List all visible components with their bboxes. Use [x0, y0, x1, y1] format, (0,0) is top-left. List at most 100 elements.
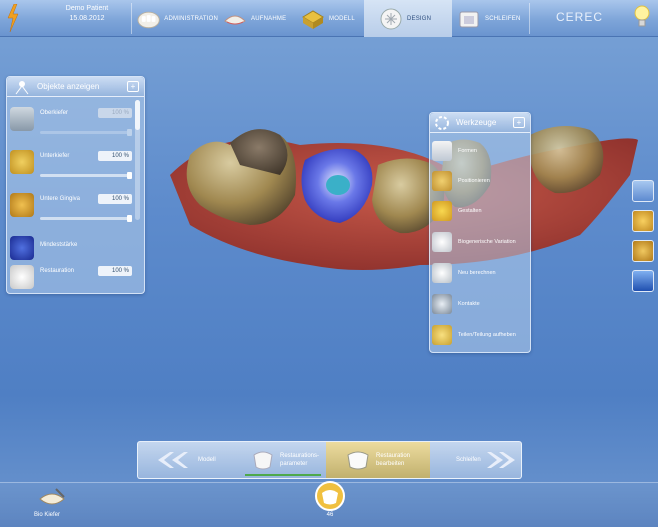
top-bar: Demo Patient 15.08.2012 ADMINISTRATION A… [0, 0, 658, 37]
step-administration-label: ADMINISTRATION [164, 15, 218, 22]
tool-biogenerische-variation[interactable]: Biogenerische Variation [432, 229, 526, 255]
tool-kontakte[interactable]: Kontakte [432, 291, 526, 317]
tool-label: Teilen/Teilung aufheben [458, 332, 516, 338]
opacity-slider[interactable] [40, 215, 132, 222]
step1-line2: parameter [280, 461, 308, 467]
step-restauration-bearbeiten[interactable]: Restauration bearbeiten [326, 442, 430, 478]
back-to-modell-button[interactable]: Modell [140, 442, 240, 478]
step-modell[interactable]: MODELL [300, 0, 360, 37]
slider-knob[interactable] [127, 129, 132, 136]
progress-indicator [245, 474, 321, 476]
gingiva-icon [10, 193, 34, 217]
tool-label: Formen [458, 148, 477, 154]
step2-line2: bearbeiten [376, 461, 405, 467]
lightbulb-icon[interactable] [634, 4, 650, 32]
step-design-label: DESIGN [407, 15, 432, 22]
tool-label: Positionieren [458, 178, 490, 184]
next-to-schleifen-button[interactable]: Schleifen [432, 442, 520, 478]
milling-icon [459, 11, 479, 27]
object-label: Restauration [40, 268, 75, 274]
tool-label: Neu berechnen [458, 270, 496, 276]
patient-date: 15.08.2012 [69, 15, 105, 22]
upper-jaw-icon [10, 107, 34, 131]
step-aufnahme-label: AUFNAHME [251, 15, 287, 22]
parameters-tooth-icon [253, 451, 273, 470]
object-opacity-field[interactable]: 100 % [98, 108, 132, 118]
patient-info[interactable]: Demo Patient 15.08.2012 [52, 4, 122, 24]
restoration-icon [10, 265, 34, 289]
step2-line1: Restauration [376, 453, 411, 459]
object-opacity-field[interactable]: 100 % [98, 266, 132, 276]
objects-scrollbar[interactable] [135, 100, 140, 220]
step-administration[interactable]: ADMINISTRATION [136, 0, 218, 37]
dental-3d-model[interactable] [160, 115, 640, 315]
forward-chevron-icon [486, 452, 515, 468]
cerec-logo-icon[interactable] [6, 4, 20, 32]
pin-panel-button[interactable]: + [513, 117, 525, 128]
bio-jaw-icon[interactable] [38, 487, 66, 511]
object-opacity-field[interactable]: 100 % [98, 194, 132, 204]
opacity-slider[interactable] [40, 172, 132, 179]
gear-tooth-icon[interactable] [632, 210, 654, 232]
divider [131, 3, 132, 34]
object-opacity-field[interactable]: 100 % [98, 151, 132, 161]
min-thickness-icon [10, 236, 34, 260]
tool-positionieren[interactable]: Positionieren [432, 168, 526, 194]
object-label: Untere Gingiva [40, 196, 81, 202]
design-tool-icon [432, 201, 452, 221]
step-design[interactable]: DESIGN [364, 0, 452, 37]
objects-panel-title: Objekte anzeigen [37, 82, 100, 91]
shape-tool-icon [432, 141, 452, 161]
view-cube-icon[interactable] [632, 180, 654, 202]
step1-line1: Restaurations- [280, 453, 320, 459]
object-row-restauration[interactable]: Restauration 100 % [10, 265, 134, 293]
tool-label: Gestalten [458, 208, 482, 214]
split-tool-icon [432, 325, 452, 345]
tool-formen[interactable]: Formen [432, 138, 526, 164]
screenshot-icon[interactable] [632, 270, 654, 292]
model-icon [302, 9, 324, 29]
patient-name: Demo Patient [65, 5, 109, 12]
slider-knob[interactable] [127, 215, 132, 222]
tools-ring-icon [435, 115, 449, 130]
step-schleifen[interactable]: SCHLEIFEN [456, 0, 526, 37]
scan-teeth-icon [224, 15, 246, 24]
objects-view-icon [15, 80, 29, 94]
slider-knob[interactable] [127, 172, 132, 179]
back-chevron-icon [158, 452, 188, 468]
tools-panel-title: Werkzeuge [456, 118, 497, 127]
tools-panel-header: Werkzeuge + [430, 113, 530, 133]
position-tool-icon [432, 171, 452, 191]
tool-neu-berechnen[interactable]: Neu berechnen [432, 260, 526, 286]
divider [529, 3, 530, 34]
step-aufnahme[interactable]: AUFNAHME [222, 0, 290, 37]
back-label: Modell [198, 457, 216, 463]
edit-tooth-icon [347, 451, 369, 470]
objects-panel-header: Objekte anzeigen + [7, 77, 144, 97]
object-label: Oberkiefer [40, 110, 69, 116]
tool-teilen[interactable]: Teilen/Teilung aufheben [432, 322, 526, 348]
bio-jaw-label: Bio Kiefer [34, 512, 61, 518]
opacity-slider[interactable] [40, 129, 132, 136]
object-row-oberkiefer[interactable]: Oberkiefer 100 % [10, 107, 134, 136]
scrollbar-thumb[interactable] [135, 100, 140, 130]
selected-tooth-icon[interactable] [314, 480, 346, 512]
step-schleifen-label: SCHLEIFEN [485, 15, 521, 22]
contacts-tool-icon [432, 294, 452, 314]
step-restaurationsparameter[interactable]: Restaurations- parameter [242, 442, 326, 478]
brush-icon[interactable] [632, 240, 654, 262]
tool-label: Kontakte [458, 301, 480, 307]
step-modell-label: MODELL [329, 15, 355, 22]
next-label: Schleifen [456, 457, 481, 463]
design-teeth-icon [380, 8, 402, 29]
object-row-mindeststaerke[interactable]: Mindeststärke [10, 236, 134, 264]
object-row-untere-gingiva[interactable]: Untere Gingiva 100 % [10, 193, 134, 222]
tooth-number: 46 [326, 512, 334, 518]
brand-label: CEREC [556, 10, 604, 24]
lower-jaw-icon [10, 150, 34, 174]
object-row-unterkiefer[interactable]: Unterkiefer 100 % [10, 150, 134, 179]
tool-gestalten[interactable]: Gestalten [432, 198, 526, 224]
pin-panel-button[interactable]: + [127, 81, 139, 92]
recalculate-tool-icon [432, 263, 452, 283]
biogeneric-tool-icon [432, 232, 452, 252]
